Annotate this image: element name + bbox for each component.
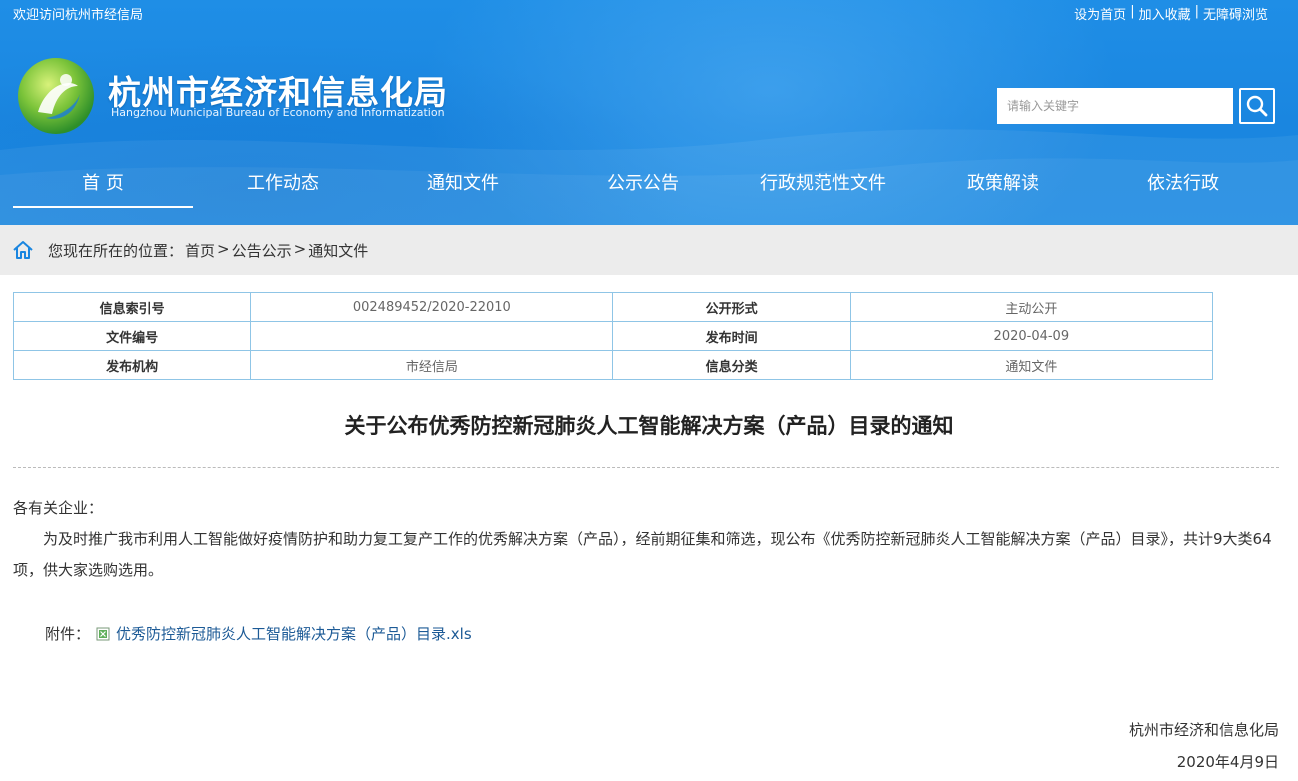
breadcrumb-separator: >: [217, 240, 230, 258]
table-row: 信息索引号 002489452/2020-22010 公开形式 主动公开: [12, 292, 1214, 322]
add-favorite-link[interactable]: 加入收藏: [1139, 4, 1191, 23]
nav-item-notices[interactable]: 通知文件: [373, 160, 553, 208]
breadcrumb-announcements-link[interactable]: 公告公示: [232, 240, 292, 261]
nav-item-policy-interpretation[interactable]: 政策解读: [913, 160, 1093, 208]
nav-item-home[interactable]: 首 页: [13, 160, 193, 208]
excel-file-icon: [96, 627, 110, 640]
nav-item-announcements[interactable]: 公示公告: [553, 160, 733, 208]
breadcrumb-notices-link[interactable]: 通知文件: [308, 240, 368, 261]
info-key: 文件编号: [12, 321, 252, 351]
table-row: 文件编号 发布时间 2020-04-09: [12, 321, 1214, 351]
search-input[interactable]: 请输入关键字: [997, 88, 1233, 124]
article-greeting: 各有关企业：: [13, 499, 104, 517]
attachment-link[interactable]: 优秀防控新冠肺炎人工智能解决方案（产品）目录.xls: [116, 623, 472, 644]
breadcrumb-separator: >: [293, 240, 307, 258]
nav-item-regulations[interactable]: 行政规范性文件: [733, 160, 913, 208]
table-row: 发布机构 市经信局 信息分类 通知文件: [12, 350, 1214, 380]
article-title: 关于公布优秀防控新冠肺炎人工智能解决方案（产品）目录的通知: [344, 414, 954, 438]
info-value: [250, 321, 614, 351]
document-info-table: 信息索引号 002489452/2020-22010 公开形式 主动公开 文件编…: [12, 292, 1214, 380]
attachment-label: 附件：: [45, 625, 91, 643]
info-key: 公开形式: [612, 292, 851, 322]
top-links: 设为首页 | 加入收藏 | 无障碍浏览: [1074, 4, 1268, 23]
attachment-row: 附件： 优秀防控新冠肺炎人工智能解决方案（产品）目录.xls: [45, 623, 472, 644]
breadcrumb-home-link[interactable]: 首页: [185, 240, 215, 261]
info-key: 发布机构: [12, 350, 252, 380]
info-value: 002489452/2020-22010: [250, 292, 614, 322]
info-value: 主动公开: [849, 292, 1214, 322]
signature-organization: 杭州市经济和信息化局: [1128, 721, 1279, 739]
title-divider: [13, 467, 1279, 468]
info-value: 市经信局: [250, 350, 614, 380]
site-subtitle: Hangzhou Municipal Bureau of Economy and…: [111, 106, 445, 119]
search-icon: [1246, 95, 1268, 117]
accessibility-link[interactable]: 无障碍浏览: [1203, 4, 1268, 23]
separator: |: [1130, 4, 1135, 19]
welcome-text: 欢迎访问杭州市经信局: [13, 8, 144, 23]
breadcrumb: 您现在所在的位置： 首页 > 公告公示 > 通知文件: [48, 240, 368, 261]
info-key: 发布时间: [612, 321, 851, 351]
nav-item-work-news[interactable]: 工作动态: [193, 160, 373, 208]
article-paragraph: 为及时推广我市利用人工智能做好疫情防护和助力复工复产工作的优秀解决方案（产品），…: [13, 530, 1272, 579]
info-key: 信息分类: [612, 350, 851, 380]
set-homepage-link[interactable]: 设为首页: [1074, 4, 1126, 23]
home-icon: [13, 241, 33, 259]
separator: |: [1194, 4, 1199, 19]
signature-date: 2020年4月9日: [1176, 753, 1279, 771]
site-header: 欢迎访问杭州市经信局 设为首页 | 加入收藏 | 无障碍浏览 杭州市经济和信息化…: [0, 0, 1298, 225]
info-key: 信息索引号: [12, 292, 252, 322]
nav-item-legal-administration[interactable]: 依法行政: [1093, 160, 1273, 208]
breadcrumb-prefix: 您现在所在的位置：: [48, 242, 184, 260]
info-value: 通知文件: [849, 350, 1214, 380]
bureau-logo[interactable]: [16, 56, 96, 136]
info-value: 2020-04-09: [849, 321, 1214, 351]
breadcrumb-bar: 您现在所在的位置： 首页 > 公告公示 > 通知文件: [0, 225, 1298, 275]
search-button[interactable]: [1239, 88, 1275, 124]
main-nav: 首 页 工作动态 通知文件 公示公告 行政规范性文件 政策解读 依法行政: [13, 160, 1273, 212]
